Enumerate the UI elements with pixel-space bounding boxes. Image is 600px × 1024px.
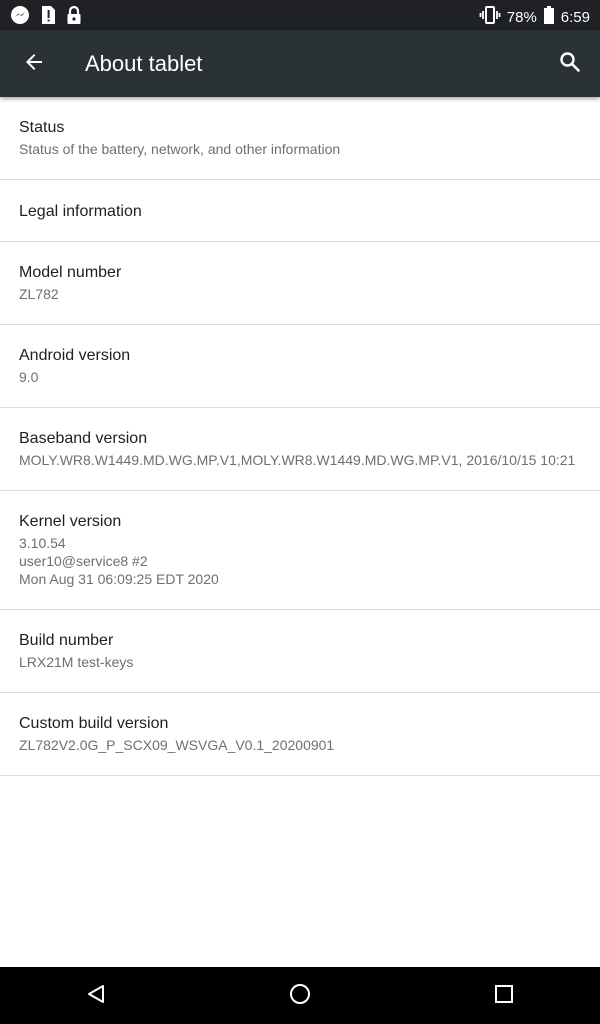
vibrate-icon [479, 5, 501, 31]
list-item-build-number[interactable]: Build number LRX21M test-keys [0, 610, 600, 693]
summary-line: ZL782V2.0G_P_SCX09_WSVGA_V0.1_20200901 [19, 737, 335, 753]
battery-percent: 78% [506, 9, 537, 26]
list-item-title: Kernel version [19, 513, 122, 530]
nav-recents-button[interactable] [480, 975, 528, 1017]
clock: 6:59 [560, 9, 590, 26]
list-item-title: Custom build version [19, 715, 169, 732]
list-item-summary: MOLY.WR8.W1449.MD.WG.MP.V1,MOLY.WR8.W144… [19, 451, 581, 469]
status-right: 78% 6:59 [479, 5, 590, 31]
list-item-summary: LRX21M test-keys [19, 653, 581, 671]
list-item-status[interactable]: Status Status of the battery, network, a… [0, 97, 600, 180]
battery-icon [543, 5, 555, 31]
list-item-summary: ZL782V2.0G_P_SCX09_WSVGA_V0.1_20200901 [19, 736, 581, 754]
summary-line: Mon Aug 31 06:09:25 EDT 2020 [19, 571, 219, 587]
recents-square-icon [492, 982, 516, 1011]
list-item-android-version[interactable]: Android version 9.0 [0, 325, 600, 408]
summary-line: MOLY.WR8.W1449.MD.WG.MP.V1,MOLY.WR8.W144… [19, 452, 576, 468]
summary-line: LRX21M test-keys [19, 654, 134, 670]
list-item-summary: Status of the battery, network, and othe… [19, 140, 581, 158]
nav-home-button[interactable] [276, 975, 324, 1017]
list-item-title: Android version [19, 347, 131, 364]
list-item-baseband-version[interactable]: Baseband version MOLY.WR8.W1449.MD.WG.MP… [0, 408, 600, 491]
list-item-summary: 3.10.54 user10@service8 #2 Mon Aug 31 06… [19, 534, 581, 588]
home-circle-icon [288, 982, 312, 1011]
lock-icon [66, 5, 82, 30]
sim-alert-icon [40, 5, 56, 30]
list-item-title: Baseband version [19, 430, 148, 447]
page-title: About tablet [85, 51, 203, 76]
list-item-title: Legal information [19, 203, 142, 220]
list-item-summary: ZL782 [19, 285, 581, 303]
messenger-icon [10, 5, 30, 30]
list-item-summary: 9.0 [19, 368, 581, 386]
list-item-title: Model number [19, 264, 122, 281]
summary-line: 3.10.54 [19, 535, 66, 551]
list-item-model-number[interactable]: Model number ZL782 [0, 242, 600, 325]
search-icon [558, 50, 582, 79]
search-button[interactable] [550, 44, 590, 84]
nav-back-button[interactable] [72, 975, 120, 1017]
list-item-title: Build number [19, 632, 114, 649]
back-button[interactable] [14, 44, 54, 84]
summary-line: Status of the battery, network, and othe… [19, 141, 341, 157]
summary-line: 9.0 [19, 369, 39, 385]
status-left-icons [10, 5, 82, 30]
list-item-title: Status [19, 119, 65, 136]
arrow-back-icon [22, 50, 46, 79]
app-bar: About tablet [0, 30, 600, 97]
status-bar: 78% 6:59 [0, 0, 600, 30]
summary-line: user10@service8 #2 [19, 553, 148, 569]
list-item-custom-build-version[interactable]: Custom build version ZL782V2.0G_P_SCX09_… [0, 693, 600, 776]
navigation-bar [0, 967, 600, 1024]
back-triangle-icon [84, 982, 108, 1011]
list-item-legal-information[interactable]: Legal information [0, 180, 600, 242]
list-item-kernel-version[interactable]: Kernel version 3.10.54 user10@service8 #… [0, 491, 600, 610]
about-list: Status Status of the battery, network, a… [0, 97, 600, 776]
summary-line: ZL782 [19, 286, 59, 302]
